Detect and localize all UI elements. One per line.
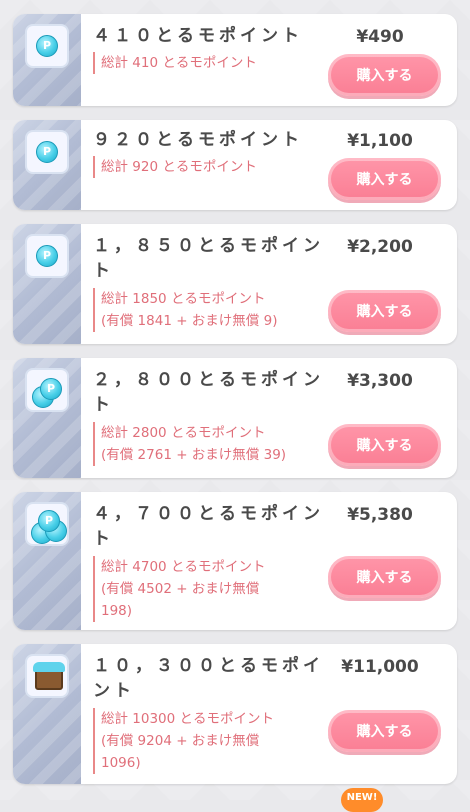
product-price: ¥1,100 (347, 131, 413, 151)
product-title: ２，８００とるモポイント (93, 370, 324, 415)
product-price: ¥2,200 (347, 237, 413, 257)
treasure-chest-icon (25, 654, 69, 698)
buy-button[interactable]: 購入する (328, 556, 441, 598)
product-description: 総計 4700 とるモポイント (有償 4502 + おまけ無償 198) (93, 556, 331, 622)
product-card: P ４，７００とるモポイント ¥5,380 総計 4700 とるモポイント (有… (13, 492, 457, 630)
product-card: １０，３００とるモポイント ¥11,000 総計 10300 とるモポイント (… (13, 644, 457, 784)
desc-line: (有償 4502 + おまけ無償 (101, 581, 260, 597)
desc-line: (有償 1841 + おまけ無償 9) (101, 313, 278, 329)
desc-line: 総計 10300 とるモポイント (101, 711, 275, 727)
coin-icon: P (25, 130, 69, 174)
buy-button[interactable]: 購入する (328, 54, 441, 96)
product-description: 総計 920 とるモポイント (93, 156, 331, 178)
desc-line: 総計 1850 とるモポイント (101, 291, 266, 307)
product-price: ¥11,000 (341, 657, 419, 677)
product-card: P ９２０とるモポイント ¥1,100 総計 920 とるモポイント 購入する (13, 120, 457, 210)
desc-line: 総計 410 とるモポイント (101, 55, 257, 71)
desc-line: 総計 920 とるモポイント (101, 159, 257, 175)
product-description: 総計 410 とるモポイント (93, 52, 331, 74)
desc-line: 198) (101, 603, 133, 619)
product-card: P ４１０とるモポイント ¥490 総計 410 とるモポイント 購入する (13, 14, 457, 106)
desc-line: (有償 2761 + おまけ無償 39) (101, 447, 287, 463)
product-card: P １，８５０とるモポイント ¥2,200 総計 1850 とるモポイント (有… (13, 224, 457, 344)
desc-line: 総計 4700 とるモポイント (101, 559, 266, 575)
product-title: １，８５０とるモポイント (93, 236, 324, 281)
product-price: ¥3,300 (347, 371, 413, 391)
product-description: 総計 1850 とるモポイント (有償 1841 + おまけ無償 9) (93, 288, 331, 332)
product-description: 総計 10300 とるモポイント (有償 9204 + おまけ無償 1096) (93, 708, 331, 774)
product-title: ４，７００とるモポイント (93, 504, 324, 549)
new-badge: NEW! (341, 788, 383, 812)
coin-pile-icon: P (25, 502, 69, 546)
product-price: ¥490 (356, 27, 404, 47)
product-card: P ２，８００とるモポイント ¥3,300 総計 2800 とるモポイント (有… (13, 358, 457, 478)
desc-line: 1096) (101, 755, 141, 771)
buy-button[interactable]: 購入する (328, 290, 441, 332)
product-description: 総計 2800 とるモポイント (有償 2761 + おまけ無償 39) (93, 422, 331, 466)
coin-icon: P (25, 234, 69, 278)
product-title: ９２０とるモポイント (93, 130, 303, 150)
product-title: １０，３００とるモポイント (93, 656, 324, 701)
desc-line: (有償 9204 + おまけ無償 (101, 733, 260, 749)
buy-button[interactable]: 購入する (328, 710, 441, 752)
coin-icon: P (25, 24, 69, 68)
product-title: ４１０とるモポイント (93, 26, 303, 46)
product-price: ¥5,380 (347, 505, 413, 525)
desc-line: 総計 2800 とるモポイント (101, 425, 266, 441)
buy-button[interactable]: 購入する (328, 158, 441, 200)
buy-button[interactable]: 購入する (328, 424, 441, 466)
coin-stack-icon: P (25, 368, 69, 412)
